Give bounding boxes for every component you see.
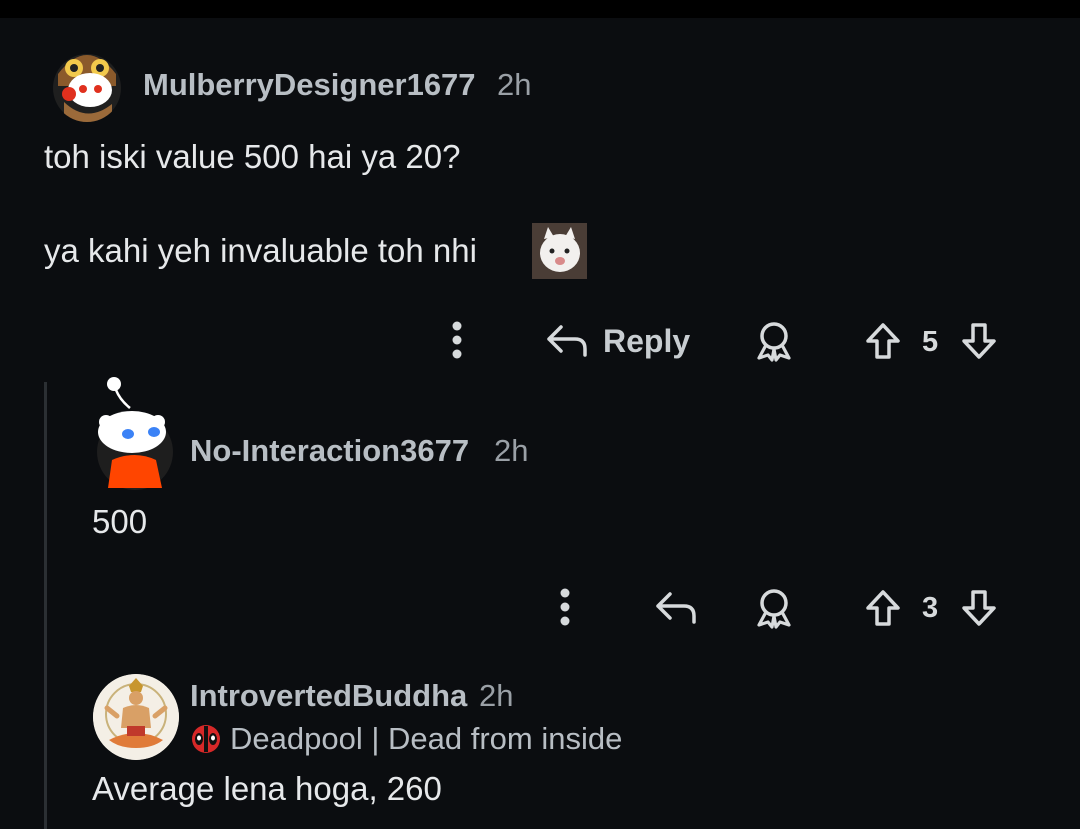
owl-hat-snoo-avatar: [52, 44, 121, 122]
deadpool-icon: [192, 725, 220, 753]
award-icon: [757, 322, 791, 362]
comment-body-line: toh iski value 500 hai ya 20?: [44, 138, 461, 175]
user-avatar[interactable]: [93, 674, 179, 760]
reply-button[interactable]: Reply: [545, 318, 690, 364]
downvote-button[interactable]: [958, 585, 1000, 631]
more-vertical-icon: [452, 321, 462, 359]
snoo-avatar: [97, 377, 173, 490]
reply-label: Reply: [603, 322, 691, 359]
comment-timestamp: 2h: [497, 67, 532, 102]
reply-button[interactable]: [652, 585, 700, 631]
award-icon: [757, 589, 791, 629]
vote-count: 5: [922, 326, 939, 358]
meditating-figure-avatar: [93, 674, 179, 760]
comment-body-line: ya kahi yeh invaluable toh nhi: [44, 232, 477, 269]
downvote-button[interactable]: [958, 318, 1000, 364]
user-flair: Deadpool | Dead from inside: [190, 721, 622, 757]
upvote-button[interactable]: [862, 318, 904, 364]
more-options-button[interactable]: [548, 585, 582, 629]
downvote-arrow-icon: [962, 323, 996, 359]
upvote-arrow-icon: [866, 590, 900, 626]
more-options-button[interactable]: [440, 318, 474, 362]
user-avatar[interactable]: [50, 42, 124, 122]
reply-arrow-icon: [656, 592, 696, 624]
thread-line[interactable]: [44, 382, 47, 829]
comment-timestamp: 2h: [479, 678, 514, 713]
user-avatar[interactable]: [94, 374, 176, 492]
vote-count: 3: [922, 592, 939, 624]
upvote-arrow-icon: [866, 323, 900, 359]
reply-arrow-icon: [547, 325, 587, 357]
comment-username[interactable]: MulberryDesigner1677: [143, 67, 476, 103]
upvote-button[interactable]: [862, 585, 904, 631]
award-button[interactable]: [752, 585, 796, 631]
status-bar-edge: [0, 0, 1080, 18]
cat-emoji-image: [532, 223, 587, 279]
award-button[interactable]: [752, 318, 796, 364]
comment-body: Average lena hoga, 260: [92, 770, 442, 807]
comment-timestamp: 2h: [494, 433, 529, 468]
flair-text: Deadpool | Dead from inside: [230, 721, 623, 756]
comment-username[interactable]: No-Interaction3677: [190, 433, 469, 469]
more-vertical-icon: [560, 588, 570, 626]
comment-username[interactable]: IntrovertedBuddha: [190, 678, 467, 714]
downvote-arrow-icon: [962, 590, 996, 626]
comment-body: 500: [92, 503, 148, 540]
